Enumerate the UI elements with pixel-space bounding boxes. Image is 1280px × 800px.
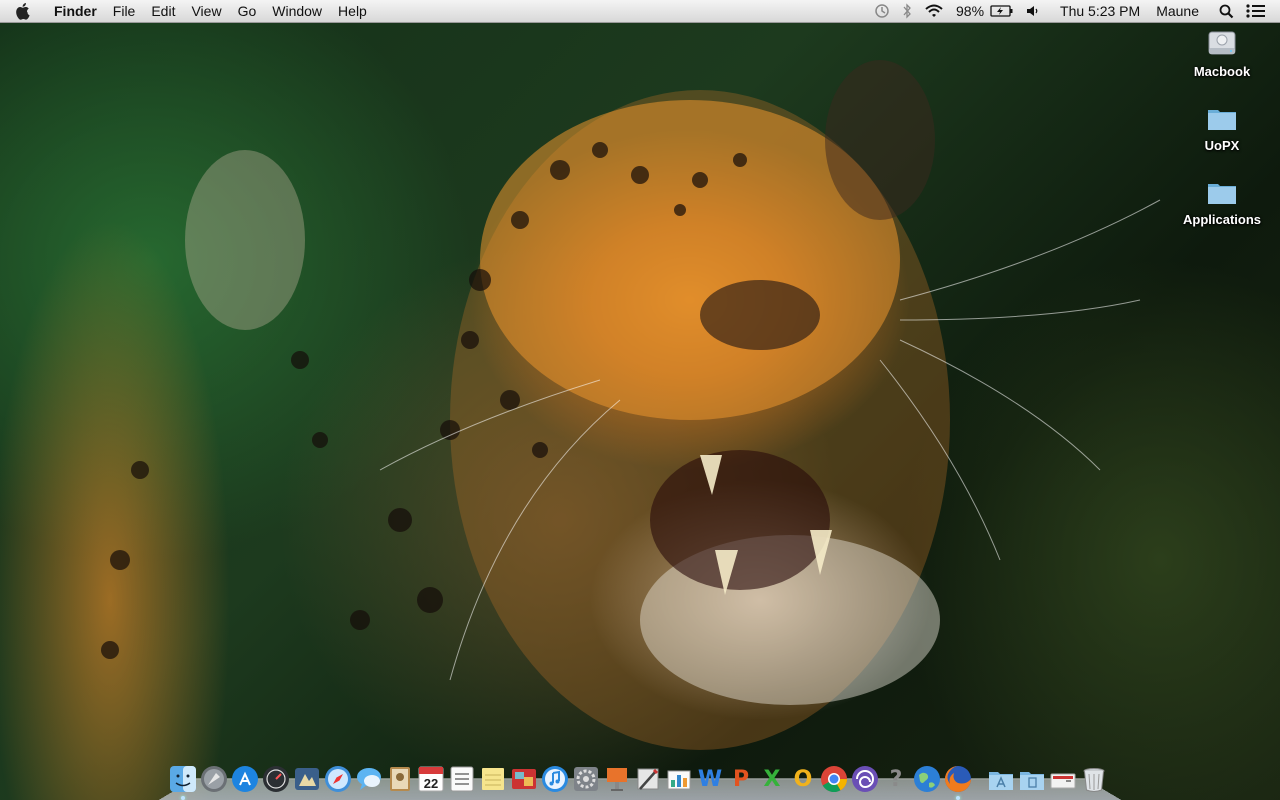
numbers-icon[interactable] [664,764,694,794]
hard-drive-icon [1206,28,1238,60]
help-icon[interactable]: ? [881,764,911,794]
script-editor-icon[interactable] [633,764,663,794]
menu-file[interactable]: File [105,0,144,22]
powerpoint-glyph: P [732,766,750,792]
desktop-icon-applications[interactable]: Applications [1177,176,1267,227]
documents-stack-icon[interactable] [1017,764,1047,794]
help-glyph: ? [889,766,903,792]
menu-help[interactable]: Help [330,0,375,22]
notification-center-icon[interactable] [1240,0,1272,22]
excel-icon[interactable]: X [757,764,787,794]
app-store-icon[interactable] [230,764,260,794]
spotlight-icon[interactable] [1205,0,1240,22]
word-icon[interactable]: W [695,764,725,794]
globe-icon[interactable] [912,764,942,794]
battery-charging-icon[interactable] [990,0,1020,22]
system-preferences-icon[interactable] [571,764,601,794]
wifi-icon[interactable] [918,0,950,22]
mission-control-icon[interactable] [292,764,322,794]
menu-bar: Finder File Edit View Go Window Help 98%… [0,0,1280,23]
calendar-day: 22 [424,776,438,791]
battery-percent[interactable]: 98% [950,0,990,22]
spiral-app-icon[interactable] [850,764,880,794]
trash-icon[interactable] [1079,764,1109,794]
calendar-icon[interactable]: 22 [416,764,446,794]
messages-icon[interactable] [354,764,384,794]
desktop-icon-label: Macbook [1193,64,1251,79]
time-machine-icon[interactable] [868,0,896,22]
notes-icon[interactable] [478,764,508,794]
chrome-icon[interactable] [819,764,849,794]
safari-icon[interactable] [323,764,353,794]
keynote-icon[interactable] [602,764,632,794]
dashboard-icon[interactable] [261,764,291,794]
dock-separator [974,764,986,794]
word-glyph: W [697,766,723,792]
menu-edit[interactable]: Edit [143,0,183,22]
powerpoint-icon[interactable]: P [726,764,756,794]
menu-clock[interactable]: Thu 5:23 PM [1046,0,1146,22]
desktop-icon-label: Applications [1182,212,1261,227]
menu-window[interactable]: Window [264,0,330,22]
outlook-glyph: O [793,766,813,792]
applications-stack-icon[interactable] [986,764,1016,794]
reminders-icon[interactable] [447,764,477,794]
finder-icon[interactable] [168,764,198,800]
folder-icon [1206,176,1238,208]
user-name[interactable]: Maune [1146,0,1205,22]
desktop-wallpaper [0,0,1280,800]
outlook-icon[interactable]: O [788,764,818,794]
menu-app-name[interactable]: Finder [44,0,105,22]
running-indicator [181,796,185,800]
itunes-icon[interactable] [540,764,570,794]
desktop-icon-macbook[interactable]: Macbook [1177,28,1267,79]
jaguar-wallpaper-art [101,60,1161,750]
dock: 22 W P X O ? [168,760,1110,800]
desktop-icon-label: UoPX [1204,138,1240,153]
downloads-stack-icon[interactable] [1048,764,1078,794]
folder-icon [1206,102,1238,134]
contacts-icon[interactable] [385,764,415,794]
launchpad-icon[interactable] [199,764,229,794]
volume-icon[interactable] [1020,0,1046,22]
menu-view[interactable]: View [183,0,229,22]
desktop-icon-uopx[interactable]: UoPX [1177,102,1267,153]
menu-go[interactable]: Go [230,0,265,22]
photo-booth-icon[interactable] [509,764,539,794]
firefox-icon[interactable] [943,764,973,800]
apple-menu-icon[interactable] [0,0,44,22]
excel-glyph: X [763,766,781,792]
bluetooth-icon[interactable] [896,0,918,22]
running-indicator [956,796,960,800]
